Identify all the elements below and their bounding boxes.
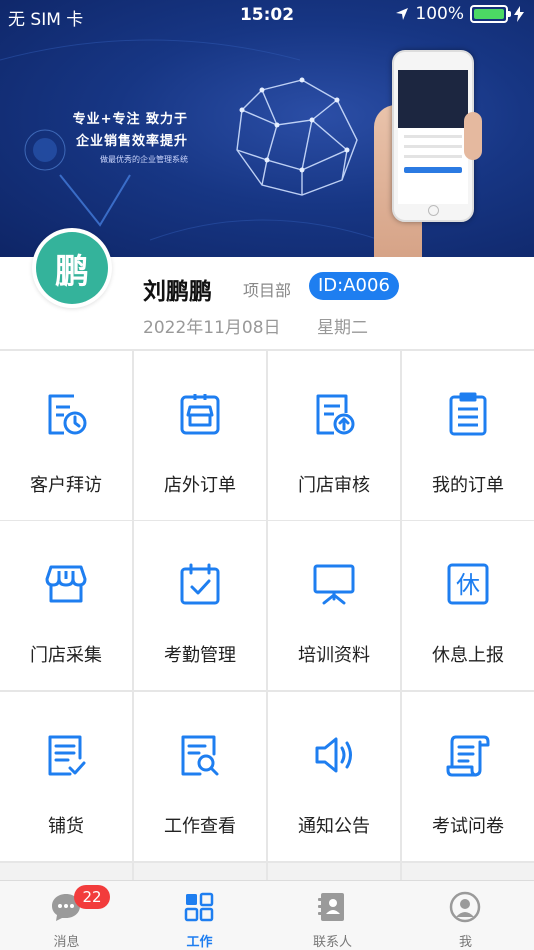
user-name: 刘鹏鹏 — [143, 279, 212, 305]
current-date: 2022年11月08日 — [143, 318, 281, 338]
battery-icon — [470, 5, 511, 23]
grid-item-label: 通知公告 — [298, 816, 370, 837]
charging-bolt-icon — [514, 6, 524, 22]
grid-item-label: 门店采集 — [30, 645, 102, 666]
visit-clock-icon — [48, 394, 87, 435]
thumb-illustration — [464, 112, 482, 160]
tab-label: 工作 — [186, 935, 213, 950]
training-board-icon — [313, 564, 355, 605]
location-arrow-icon — [396, 8, 409, 20]
promo-banner[interactable]: 无 SIM 卡 15:02 100% 专业+专注 致力于 企业销售效率提升 做最… — [0, 0, 534, 257]
tab-work[interactable]: 工作 — [133, 881, 266, 950]
grid-item-rest-report[interactable]: 休 休息上报 — [402, 521, 534, 690]
grid-item-label: 铺货 — [48, 816, 84, 837]
store-awning-icon — [45, 565, 87, 603]
tab-me[interactable]: 我 — [399, 881, 532, 950]
battery-percent: 100% — [415, 4, 464, 24]
grid-item-label: 培训资料 — [298, 645, 370, 666]
status-bar: 无 SIM 卡 15:02 100% — [0, 0, 534, 32]
rest-char: 休 — [456, 571, 480, 599]
bottom-tab-bar: 22 消息 工作 联系人 我 — [0, 880, 534, 950]
user-id-badge: ID:A006 — [309, 272, 399, 300]
slogan-line-2: 企业销售效率提升 — [75, 134, 188, 149]
contacts-book-icon — [318, 893, 344, 921]
store-order-icon — [180, 394, 220, 435]
app-screen: 无 SIM 卡 15:02 100% 专业+专注 致力于 企业销售效率提升 做最… — [0, 0, 534, 950]
grid-item-label: 休息上报 — [432, 645, 504, 666]
grid-item-training[interactable]: 培训资料 — [268, 521, 400, 690]
status-right: 100% — [395, 4, 524, 24]
grid-item-stocking[interactable]: 铺货 — [0, 692, 132, 861]
store-review-icon — [316, 394, 355, 435]
user-department: 项目部 — [243, 281, 292, 300]
tab-label: 我 — [458, 935, 472, 950]
grid-item-my-orders[interactable]: 我的订单 — [402, 351, 534, 520]
grid-item-customer-visit[interactable]: 客户拜访 — [0, 351, 132, 520]
network-globe-icon — [236, 77, 358, 196]
grid-item-attendance[interactable]: 考勤管理 — [134, 521, 266, 690]
rest-report-icon: 休 — [447, 563, 489, 605]
work-view-search-icon — [181, 735, 219, 776]
tab-label: 消息 — [53, 935, 80, 950]
grid-apps-icon — [184, 892, 214, 922]
grid-item-outside-order[interactable]: 店外订单 — [134, 351, 266, 520]
grid-item-label: 客户拜访 — [30, 475, 102, 496]
grid-item-label: 店外订单 — [164, 475, 236, 496]
slogan-line-1: 专业+专注 致力于 — [72, 112, 188, 127]
speaker-icon — [315, 737, 352, 773]
grid-item-label: 门店审核 — [298, 475, 370, 496]
current-weekday: 星期二 — [317, 318, 368, 338]
grid-item-work-view[interactable]: 工作查看 — [134, 692, 266, 861]
grid-item-label: 工作查看 — [164, 816, 236, 837]
my-orders-icon — [449, 392, 487, 436]
grid-item-store-review[interactable]: 门店审核 — [268, 351, 400, 520]
tab-contacts[interactable]: 联系人 — [266, 881, 399, 950]
attendance-calendar-icon — [180, 563, 220, 605]
grid-item-notice[interactable]: 通知公告 — [268, 692, 400, 861]
grid-item-store-collect[interactable]: 门店采集 — [0, 521, 132, 690]
avatar-initial: 鹏 — [36, 232, 108, 304]
unread-badge: 22 — [74, 885, 110, 909]
avatar[interactable]: 鹏 — [32, 228, 112, 308]
banner-slogan: 专业+专注 致力于 企业销售效率提升 做最优秀的企业管理系统 — [66, 108, 188, 165]
phone-illustration — [392, 50, 474, 222]
grid-item-exam[interactable]: 考试问卷 — [402, 692, 534, 861]
grid-item-label: 我的订单 — [432, 475, 504, 496]
grid-item-label: 考勤管理 — [164, 645, 236, 666]
exam-scroll-icon — [446, 735, 490, 777]
tab-label: 联系人 — [312, 935, 352, 950]
slogan-line-3: 做最优秀的企业管理系统 — [100, 155, 188, 164]
stocking-list-icon — [48, 735, 86, 776]
user-profile-icon — [449, 891, 481, 923]
grid-item-label: 考试问卷 — [432, 816, 504, 837]
tab-messages[interactable]: 22 消息 — [0, 881, 133, 950]
